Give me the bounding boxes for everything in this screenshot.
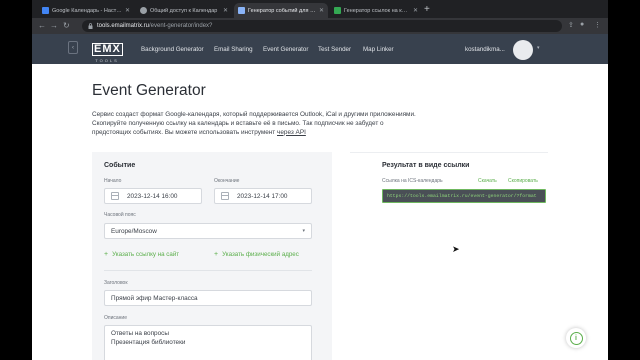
description-line: предстоящих событиях. Вы можете использо… — [92, 129, 432, 138]
calendar-icon — [111, 192, 119, 200]
timezone-label: Часовой пояс — [104, 212, 136, 218]
logo-mark: EMX — [92, 43, 123, 56]
back-icon[interactable]: ← — [38, 21, 46, 30]
browser-tab[interactable]: Генератор ссылок на календ ✕ — [330, 3, 422, 18]
profile-icon[interactable]: ● — [580, 21, 584, 28]
title-label: Заголовок — [104, 280, 128, 286]
url-host: tools.emailmatrix.ru — [97, 23, 150, 29]
nav-test-sender[interactable]: Test Sender — [318, 46, 351, 53]
browser-tab-active[interactable]: Генератор событий для Goo ✕ — [234, 3, 328, 18]
share-icon[interactable]: ⇪ — [568, 21, 574, 29]
add-site-link-label: Указать ссылку на сайт — [112, 251, 180, 258]
nav-email-sharing[interactable]: Email Sharing — [214, 46, 253, 53]
browser-tab[interactable]: Общий доступ к Календар ✕ — [136, 3, 232, 18]
description-text-line: Ответы на вопросы — [111, 330, 169, 337]
help-button[interactable]: i — [566, 328, 586, 348]
menu-icon[interactable]: ⋮ — [594, 21, 601, 29]
chevron-down-icon: ▾ — [302, 228, 305, 234]
ics-label: Ссылка на ICS-календарь — [382, 178, 443, 184]
description-text-line: Презентация библиотеки — [111, 338, 186, 346]
calendar-icon — [221, 192, 229, 200]
description-text: предстоящих событиях. Вы можете использо… — [92, 128, 277, 136]
page-icon — [238, 7, 245, 14]
description-line: Скопируйте полученную ссылку на календар… — [92, 119, 384, 127]
tab-title: Общий доступ к Календар — [150, 7, 218, 14]
result-heading: Результат в виде ссылки — [382, 162, 470, 169]
event-title-input[interactable]: Прямой эфир Мастер-класса — [104, 290, 312, 306]
copy-link[interactable]: Скопировать — [508, 178, 538, 184]
description-label: Описание — [104, 315, 128, 321]
divider — [104, 270, 312, 271]
forward-icon[interactable]: → — [50, 21, 58, 30]
mouse-cursor-icon: ➤ — [452, 244, 460, 254]
ics-link-field[interactable]: https://tools.emailmatrix.ru/event-gener… — [382, 189, 546, 203]
close-icon[interactable]: ✕ — [319, 7, 324, 14]
browser-window: Google Календарь - Настро ✕ Общий доступ… — [32, 0, 608, 360]
download-link[interactable]: Скачать — [478, 178, 497, 184]
nav-map-linker[interactable]: Map Linker — [363, 46, 394, 53]
add-site-link-button[interactable]: + Указать ссылку на сайт — [104, 251, 179, 258]
end-datetime-input[interactable]: 2023-12-14 17:00 — [214, 188, 312, 204]
end-label: Окончание — [214, 178, 240, 184]
start-datetime-input[interactable]: 2023-12-14 16:00 — [104, 188, 202, 204]
logo-subtitle: TOOLS — [95, 58, 119, 63]
add-address-label: Указать физический адрес — [222, 251, 299, 258]
info-icon: i — [569, 331, 583, 345]
page-description: Сервис создаст формат Google-календаря, … — [92, 111, 432, 137]
new-tab-button[interactable]: + — [424, 4, 430, 15]
nav-event-generator[interactable]: Event Generator — [263, 46, 308, 53]
avatar[interactable] — [513, 40, 533, 60]
timezone-value: Europe/Moscow — [111, 227, 157, 235]
close-icon[interactable]: ✕ — [223, 7, 228, 14]
sidebar-toggle-button[interactable]: ‹ — [68, 41, 78, 54]
tab-title: Генератор событий для Goo — [248, 7, 316, 14]
chevron-down-icon[interactable]: ▾ — [537, 45, 540, 51]
tab-strip: Google Календарь - Настро ✕ Общий доступ… — [32, 0, 608, 18]
tab-title: Google Календарь - Настро — [52, 7, 122, 14]
plus-icon: + — [214, 251, 219, 258]
chevron-left-icon: ‹ — [72, 44, 74, 51]
close-icon[interactable]: ✕ — [413, 7, 418, 14]
page-icon — [334, 7, 341, 14]
url-path: /event-generator/index? — [149, 23, 213, 29]
start-value: 2023-12-14 16:00 — [127, 192, 178, 200]
address-bar[interactable]: tools.emailmatrix.ru/event-generator/ind… — [82, 20, 562, 32]
globe-icon — [140, 7, 147, 14]
page-title: Event Generator — [92, 82, 206, 99]
emx-logo[interactable]: EMX TOOLS — [92, 39, 123, 63]
api-link[interactable]: через API — [277, 129, 306, 136]
user-name[interactable]: kostandikma... — [465, 46, 505, 53]
timezone-select[interactable]: Europe/Moscow ▾ — [104, 223, 312, 239]
browser-toolbar: ← → ↻ tools.emailmatrix.ru/event-generat… — [32, 18, 608, 34]
browser-tab[interactable]: Google Календарь - Настро ✕ — [38, 3, 134, 18]
event-description-textarea[interactable]: Ответы на вопросы Презентация библиотеки — [104, 325, 312, 360]
event-heading: Событие — [104, 162, 136, 169]
description-line: Сервис создаст формат Google-календаря, … — [92, 111, 416, 118]
nav-background-generator[interactable]: Background Generator — [141, 46, 204, 53]
event-title-value: Прямой эфир Мастер-класса — [111, 294, 198, 302]
close-icon[interactable]: ✕ — [125, 7, 130, 14]
end-value: 2023-12-14 17:00 — [237, 192, 288, 200]
calendar-icon — [42, 7, 49, 14]
lock-icon — [88, 23, 93, 29]
tab-title: Генератор ссылок на календ — [344, 7, 410, 14]
reload-icon[interactable]: ↻ — [63, 21, 70, 30]
plus-icon: + — [104, 251, 109, 258]
start-label: Начало — [104, 178, 122, 184]
site-header: ‹ EMX TOOLS Background Generator Email S… — [32, 34, 608, 64]
add-address-button[interactable]: + Указать физический адрес — [214, 251, 299, 258]
